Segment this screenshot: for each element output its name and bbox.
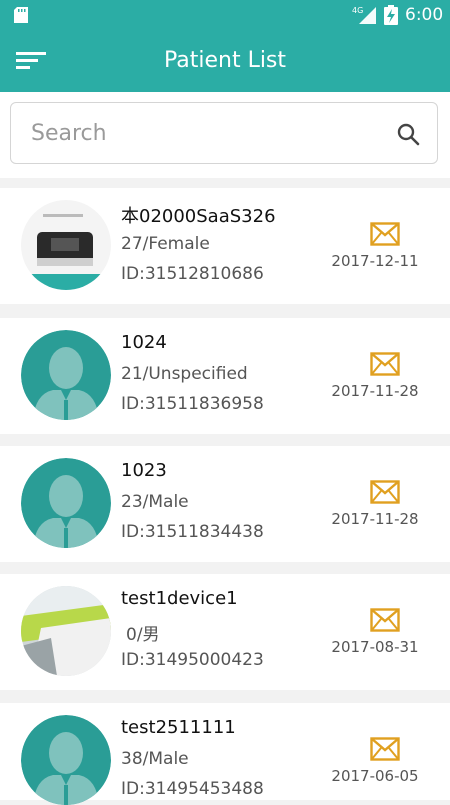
status-bar: 4G 6:00 bbox=[0, 0, 450, 30]
mail-icon[interactable] bbox=[370, 480, 400, 504]
patient-id: ID:31495000423 bbox=[121, 650, 264, 670]
patient-row[interactable]: 本02000SaaS326 27/Female ID:31512810686 2… bbox=[0, 188, 450, 304]
search-input[interactable] bbox=[31, 115, 381, 151]
patient-age-sex: 21/Unspecified bbox=[121, 364, 248, 384]
patient-name: 本02000SaaS326 bbox=[121, 206, 276, 227]
visit-date: 2017-08-31 bbox=[331, 638, 419, 656]
visit-date: 2017-12-11 bbox=[331, 252, 419, 270]
patient-avatar-device-photo bbox=[21, 200, 111, 290]
search-box bbox=[10, 102, 438, 164]
patient-age-sex: 23/Male bbox=[121, 492, 189, 512]
app-bar: Patient List bbox=[0, 30, 450, 92]
patient-name: 1023 bbox=[121, 460, 167, 481]
patient-row[interactable]: test1device1 0/男 ID:31495000423 2017-08-… bbox=[0, 574, 450, 690]
default-person-avatar-icon bbox=[21, 458, 111, 548]
visit-date: 2017-11-28 bbox=[331, 382, 419, 400]
patient-row[interactable]: test2511111 38/Male ID:31495453488 2017-… bbox=[0, 703, 450, 805]
patient-name: test1device1 bbox=[121, 588, 238, 609]
visit-date: 2017-11-28 bbox=[331, 510, 419, 528]
battery-charging-icon bbox=[384, 5, 398, 25]
patient-age-sex: 0/男 bbox=[126, 625, 160, 645]
signal-icon: 4G bbox=[352, 6, 376, 24]
mail-icon[interactable] bbox=[370, 352, 400, 376]
patient-row[interactable]: 1024 21/Unspecified ID:31511836958 2017-… bbox=[0, 318, 450, 434]
patient-id: ID:31511836958 bbox=[121, 394, 264, 414]
sd-card-icon bbox=[14, 7, 28, 23]
network-type-label: 4G bbox=[352, 6, 363, 15]
page-title: Patient List bbox=[163, 48, 287, 73]
patient-id: ID:31511834438 bbox=[121, 522, 264, 542]
patient-id: ID:31495453488 bbox=[121, 779, 264, 799]
clock-time: 6:00 bbox=[405, 5, 444, 25]
patient-age-sex: 38/Male bbox=[121, 749, 189, 769]
visit-date: 2017-06-05 bbox=[331, 767, 419, 785]
patient-row[interactable]: 1023 23/Male ID:31511834438 2017-11-28 bbox=[0, 446, 450, 562]
mail-icon[interactable] bbox=[370, 608, 400, 632]
patient-age-sex: 27/Female bbox=[121, 234, 210, 254]
default-person-avatar-icon bbox=[21, 715, 111, 805]
patient-id: ID:31512810686 bbox=[121, 264, 264, 284]
patient-name: test2511111 bbox=[121, 717, 236, 738]
patient-avatar-photo bbox=[21, 586, 111, 676]
search-section bbox=[0, 92, 450, 178]
mail-icon[interactable] bbox=[370, 737, 400, 761]
default-person-avatar-icon bbox=[21, 330, 111, 420]
patient-name: 1024 bbox=[121, 332, 167, 353]
search-icon[interactable] bbox=[396, 122, 420, 146]
mail-icon[interactable] bbox=[370, 222, 400, 246]
